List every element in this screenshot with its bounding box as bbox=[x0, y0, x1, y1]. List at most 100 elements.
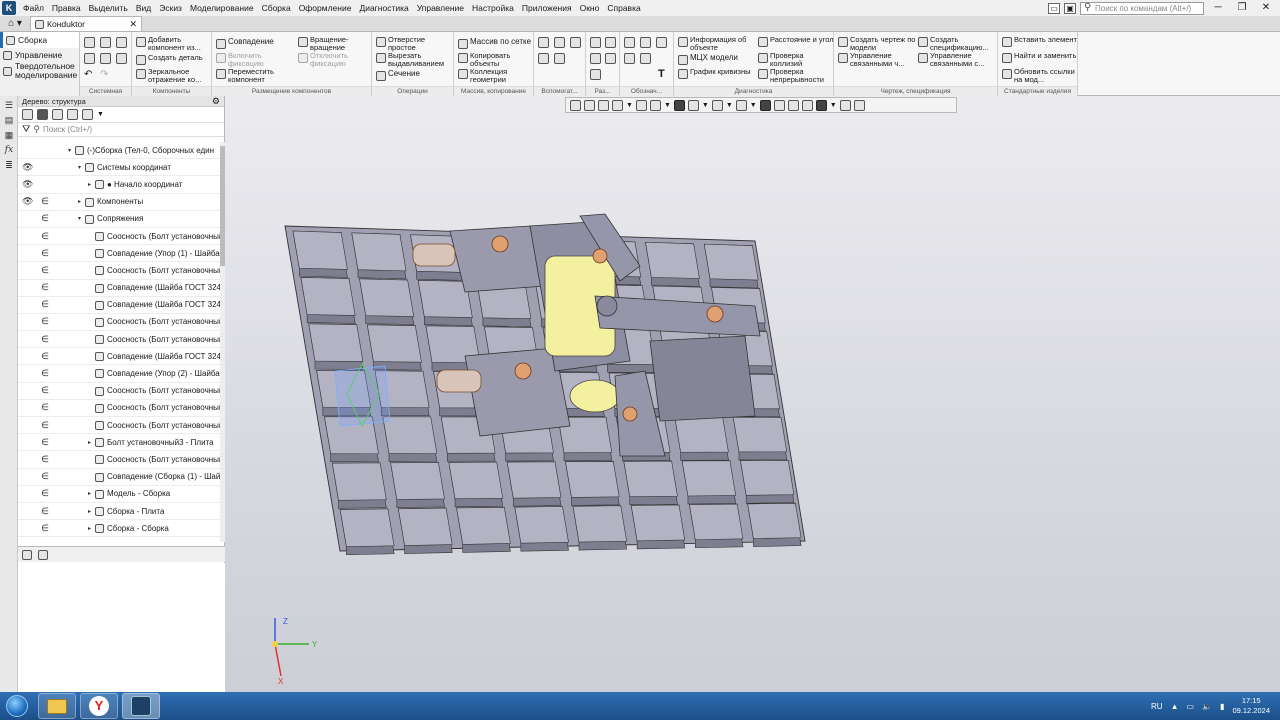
update-links-button[interactable]: Обновить ссылки на мод... bbox=[1002, 68, 1078, 83]
menu-item-12[interactable]: Окно bbox=[576, 0, 604, 16]
menu-item-8[interactable]: Диагностика bbox=[355, 0, 412, 16]
tab-document[interactable]: Конduktor ✕ bbox=[30, 16, 142, 31]
tree-row[interactable]: 👁 ∈ ▸ Компоненты bbox=[18, 194, 225, 211]
new-file-icon[interactable] bbox=[84, 37, 95, 48]
auto-size-icon[interactable] bbox=[590, 69, 601, 80]
tree-row[interactable]: 👁 ▸ ● Начало координат bbox=[18, 176, 225, 194]
variables-icon[interactable]: fx bbox=[3, 145, 15, 156]
layout-icon[interactable]: ▭ bbox=[1048, 2, 1060, 14]
tree-search-input[interactable]: Поиск (Ctrl+/) bbox=[43, 125, 92, 134]
tree-bottom-list-icon[interactable] bbox=[38, 549, 48, 560]
tree-row[interactable]: ∈ Соосность (Болт установочный3 ( bbox=[18, 383, 225, 400]
tree-structure-icon[interactable] bbox=[22, 109, 33, 120]
tree-filter-mode-icon[interactable] bbox=[82, 109, 93, 120]
menu-item-5[interactable]: Моделирование bbox=[186, 0, 258, 16]
gear-icon[interactable]: ⚙ bbox=[212, 96, 220, 107]
display-icon-2[interactable] bbox=[787, 99, 799, 111]
radius-size-icon[interactable] bbox=[590, 53, 601, 64]
clock[interactable]: 17:15 09.12.2024 bbox=[1232, 696, 1270, 716]
cut-extrude-button[interactable]: Вырезать выдавливанием bbox=[376, 52, 452, 67]
volume-icon[interactable]: 🔈 bbox=[1202, 702, 1212, 711]
geom-collection-button[interactable]: Коллекция геометрии bbox=[458, 68, 534, 83]
properties-panel-icon[interactable]: ▦ bbox=[3, 130, 15, 141]
object-info-button[interactable]: Информация об объекте bbox=[678, 36, 756, 51]
taskbar-yandex-browser[interactable]: Y bbox=[80, 693, 118, 719]
mass-props-button[interactable]: МЦХ модели bbox=[678, 54, 756, 65]
taskbar-kompas[interactable] bbox=[122, 693, 160, 719]
taskbar-explorer[interactable] bbox=[38, 693, 76, 719]
undo-icon[interactable]: ↶ bbox=[84, 69, 95, 80]
section-button[interactable]: Сечение bbox=[376, 70, 452, 81]
tree-row[interactable]: ∈ Совпадение (Шайба ГОСТ 32484.5 bbox=[18, 280, 225, 297]
restore-button[interactable]: ❐ bbox=[1232, 1, 1252, 15]
tree-row[interactable]: ∈ Соосность (Болт установочный3 ( bbox=[18, 417, 225, 435]
expand-icon[interactable]: ▾ bbox=[78, 215, 81, 222]
text-icon[interactable]: T bbox=[658, 68, 669, 80]
copy-icon[interactable] bbox=[116, 53, 127, 64]
manage-linked-drawings-button[interactable]: Управление связанными ч... bbox=[838, 52, 918, 67]
chevron-down-icon[interactable]: ▼ bbox=[750, 102, 757, 109]
add-component-button[interactable]: Добавить компонент из... bbox=[136, 36, 212, 51]
menu-item-0[interactable]: Файл bbox=[19, 0, 48, 16]
display-icon-1[interactable] bbox=[773, 99, 785, 111]
tree-order-icon[interactable] bbox=[37, 109, 48, 120]
print-icon[interactable] bbox=[84, 53, 95, 64]
tree-row[interactable]: ∈ ▸ Сборка - Плита bbox=[18, 503, 225, 521]
tree-bottom-tree-icon[interactable] bbox=[22, 549, 32, 560]
insert-element-button[interactable]: Вставить элемент bbox=[1002, 36, 1078, 47]
menu-item-13[interactable]: Справка bbox=[603, 0, 644, 16]
menu-item-10[interactable]: Настройка bbox=[468, 0, 518, 16]
angle-size-icon[interactable] bbox=[605, 37, 616, 48]
tolerance-icon[interactable] bbox=[640, 53, 651, 64]
render-mode-icon[interactable] bbox=[687, 99, 699, 111]
menu-item-4[interactable]: Эскиз bbox=[155, 0, 186, 16]
tree-row[interactable]: ∈ Совпадение (Шайба ГОСТ 32484.5 bbox=[18, 297, 225, 314]
hide-show-icon[interactable] bbox=[711, 99, 723, 111]
manage-linked-specs-button[interactable]: Управление связанными с... bbox=[918, 52, 996, 67]
expand-icon[interactable]: ▸ bbox=[88, 439, 91, 446]
menu-item-2[interactable]: Выделить bbox=[85, 0, 132, 16]
section-view-icon[interactable] bbox=[735, 99, 747, 111]
menu-item-3[interactable]: Вид bbox=[132, 0, 155, 16]
tree-row[interactable]: ∈ Совпадение (Шайба ГОСТ 32484.5 bbox=[18, 348, 225, 366]
pen-icon[interactable] bbox=[853, 99, 865, 111]
minimize-button[interactable]: ─ bbox=[1208, 1, 1228, 15]
tree-grid-icon[interactable] bbox=[67, 109, 78, 120]
tree-row[interactable]: ∈ Совпадение (Упор (1) - Шайба 12 bbox=[18, 245, 225, 263]
view-fit-icon[interactable] bbox=[584, 99, 595, 111]
axis-icon[interactable] bbox=[554, 37, 565, 48]
chevron-down-icon[interactable]: ▼ bbox=[97, 111, 104, 118]
enable-fix-button[interactable]: Включить фиксацию bbox=[216, 52, 294, 67]
save-icon[interactable] bbox=[116, 37, 127, 48]
language-indicator[interactable]: RU bbox=[1151, 702, 1163, 711]
create-part-button[interactable]: Создать деталь bbox=[136, 54, 212, 65]
open-file-icon[interactable] bbox=[100, 37, 111, 48]
chevron-down-icon[interactable]: ▼ bbox=[626, 102, 633, 109]
filter-view-icon[interactable] bbox=[815, 99, 827, 111]
perspective-icon[interactable] bbox=[759, 99, 771, 111]
redo-icon[interactable]: ↷ bbox=[100, 69, 111, 80]
rotate-button[interactable]: Вращение-вращение bbox=[298, 36, 370, 51]
expand-icon[interactable]: ▾ bbox=[68, 147, 71, 154]
point-icon[interactable] bbox=[570, 37, 581, 48]
mode-solid-modeling[interactable]: Твердотельное моделирование bbox=[0, 62, 79, 80]
chevron-down-icon[interactable]: ▼ bbox=[726, 102, 733, 109]
chevron-down-icon[interactable]: ▼ bbox=[702, 102, 709, 109]
expand-icon[interactable]: ▸ bbox=[88, 508, 91, 515]
display-icon-3[interactable] bbox=[801, 99, 813, 111]
mirror-component-button[interactable]: Зеркальное отражение ко... bbox=[136, 68, 212, 83]
model-viewport[interactable]: Z Y X ▼ ▼ ▼ ▼ ▼ ▼ bbox=[225, 96, 1280, 692]
tray-icon[interactable]: ▭ bbox=[1187, 702, 1195, 711]
app-logo-icon[interactable]: K bbox=[2, 1, 16, 15]
menu-item-9[interactable]: Управление bbox=[413, 0, 468, 16]
create-drawing-button[interactable]: Создать чертеж по модели bbox=[838, 36, 918, 51]
tree-links-icon[interactable] bbox=[52, 109, 63, 120]
tree-row[interactable]: ∈ ▸ Сборка - Сборка bbox=[18, 520, 225, 538]
pan-icon[interactable] bbox=[635, 99, 647, 111]
aux-plane-icon[interactable] bbox=[538, 53, 549, 64]
tree-row[interactable]: ∈ Соосность (Болт установочный3 ( bbox=[18, 228, 225, 246]
tree-row[interactable]: ∈ Соосность (Болт установочный3 ( bbox=[18, 314, 225, 332]
tree-row[interactable]: ∈ Совпадение (Упор (2) - Шайба ГО bbox=[18, 365, 225, 383]
create-spec-button[interactable]: Создать спецификацию... bbox=[918, 36, 996, 51]
layers-icon[interactable]: ≣ bbox=[3, 160, 15, 171]
